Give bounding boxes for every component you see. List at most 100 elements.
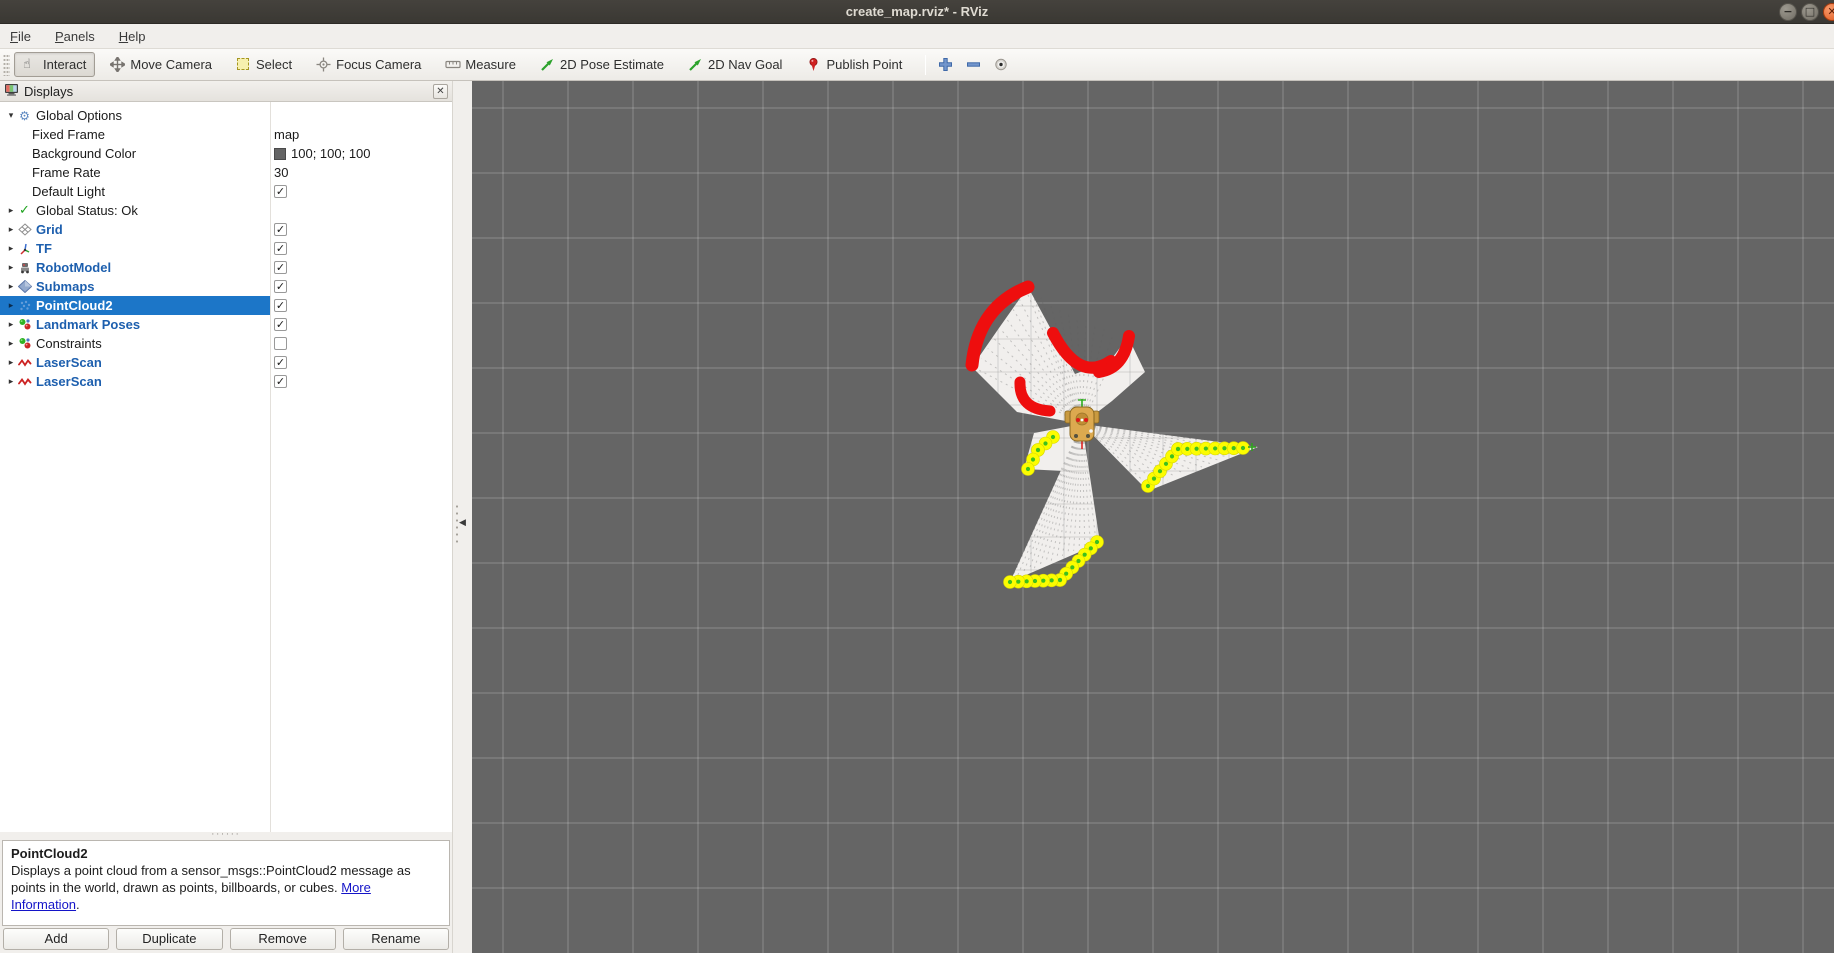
panel-splitter-handle[interactable]: ······ [0, 832, 452, 840]
expand-arrow-icon[interactable]: ▸ [5, 301, 17, 311]
poses-spheres-icon [17, 318, 32, 332]
fixed-frame-value[interactable]: map [274, 127, 299, 142]
gear-icon: ⚙ [17, 109, 32, 123]
landmark-point-inner [1176, 447, 1180, 451]
description-title: PointCloud2 [11, 845, 441, 862]
window-titlebar[interactable]: create_map.rviz* - RViz − □ ✕ [0, 0, 1834, 24]
default-light-checkbox[interactable]: ✓ [274, 185, 287, 198]
menu-file[interactable]: File [10, 29, 31, 44]
robot-marker [1081, 419, 1084, 422]
row-frame-rate[interactable]: Frame Rate 30 [0, 163, 452, 182]
tool-focus-camera[interactable]: Focus Camera [307, 52, 430, 77]
landmark-point-inner [1043, 441, 1047, 445]
tool-move-camera[interactable]: Move Camera [101, 52, 221, 77]
row-display-landmark-poses[interactable]: ▸ Landmark Poses ✓ [0, 315, 452, 334]
landmark-point-inner [1051, 435, 1055, 439]
landmark-poses-checkbox[interactable]: ✓ [274, 318, 287, 331]
tool-select[interactable]: Select [227, 52, 301, 77]
row-default-light[interactable]: Default Light ✓ [0, 182, 452, 201]
laserscan1-checkbox[interactable]: ✓ [274, 356, 287, 369]
landmark-point-inner [1025, 579, 1029, 583]
panel-close-icon[interactable]: ✕ [433, 84, 448, 99]
green-arrow-icon [688, 57, 703, 72]
minimize-button[interactable]: − [1779, 3, 1797, 21]
expand-arrow-icon[interactable]: ▸ [5, 263, 17, 273]
toolbar-separator [925, 55, 926, 75]
tool-visibility-button[interactable] [990, 54, 1012, 76]
row-display-laserscan-1[interactable]: ▸ LaserScan ✓ [0, 353, 452, 372]
tool-2d-pose-estimate[interactable]: 2D Pose Estimate [531, 52, 673, 77]
submaps-checkbox[interactable]: ✓ [274, 280, 287, 293]
color-swatch[interactable] [274, 148, 286, 160]
background-color-value[interactable]: 100; 100; 100 [291, 146, 371, 161]
panel-viewport-splitter[interactable]: ◀ [452, 81, 472, 953]
robot-detail [1086, 434, 1090, 438]
collapse-arrow-icon[interactable]: ▾ [5, 111, 17, 121]
submaps-diamond-icon [17, 280, 32, 294]
duplicate-button[interactable]: Duplicate [116, 928, 222, 950]
row-display-tf[interactable]: ▸ TF ✓ [0, 239, 452, 258]
laserscan-icon [17, 375, 32, 389]
collapse-left-icon: ◀ [459, 518, 466, 528]
menu-panels[interactable]: Panels [55, 29, 95, 44]
maximize-button[interactable]: □ [1801, 3, 1819, 21]
pointcloud2-checkbox[interactable]: ✓ [274, 299, 287, 312]
expand-arrow-icon[interactable]: ▸ [5, 206, 17, 216]
poses-spheres-icon [17, 337, 32, 351]
row-display-laserscan-2[interactable]: ▸ LaserScan ✓ [0, 372, 452, 391]
select-box-icon [236, 57, 251, 72]
add-tool-button[interactable] [934, 54, 956, 76]
tool-2d-nav-goal[interactable]: 2D Nav Goal [679, 52, 791, 77]
row-fixed-frame[interactable]: Fixed Frame map [0, 125, 452, 144]
row-display-submaps[interactable]: ▸ Submaps ✓ [0, 277, 452, 296]
expand-arrow-icon[interactable]: ▸ [5, 358, 17, 368]
grid-checkbox[interactable]: ✓ [274, 223, 287, 236]
splitter-collapse-handle[interactable]: ◀ [455, 501, 471, 545]
panel-button-row: Add Duplicate Remove Rename [0, 928, 452, 950]
landmark-point-inner [1222, 446, 1226, 450]
tool-interact[interactable]: ☝ Interact [14, 52, 95, 77]
expand-arrow-icon[interactable]: ▸ [5, 377, 17, 387]
window-title: create_map.rviz* - RViz [846, 4, 989, 19]
row-global-status[interactable]: ▸ ✓ Global Status: Ok [0, 201, 452, 220]
laserscan2-checkbox[interactable]: ✓ [274, 375, 287, 388]
tool-measure[interactable]: Measure [436, 52, 525, 77]
menu-help[interactable]: Help [119, 29, 146, 44]
close-button[interactable]: ✕ [1823, 3, 1834, 21]
row-background-color[interactable]: Background Color 100; 100; 100 [0, 144, 452, 163]
rename-button[interactable]: Rename [343, 928, 449, 950]
landmark-point-inner [1152, 477, 1156, 481]
tool-publish-point[interactable]: Publish Point [797, 52, 911, 77]
landmark-point-inner [1050, 578, 1054, 582]
expand-arrow-icon[interactable]: ▸ [5, 225, 17, 235]
expand-arrow-icon[interactable]: ▸ [5, 282, 17, 292]
row-display-constraints[interactable]: ▸ Constraints [0, 334, 452, 353]
robot-detail [1089, 429, 1093, 433]
robot-detail [1074, 434, 1078, 438]
row-display-grid[interactable]: ▸ Grid ✓ [0, 220, 452, 239]
robot-marker [1076, 418, 1080, 422]
displays-icon [4, 83, 19, 100]
remove-tool-button[interactable] [962, 54, 984, 76]
remove-button[interactable]: Remove [230, 928, 336, 950]
row-display-robotmodel[interactable]: ▸ RobotModel ✓ [0, 258, 452, 277]
row-display-pointcloud2[interactable]: ▸ PointCloud2 ✓ [0, 296, 452, 315]
measure-ruler-icon [445, 57, 460, 72]
row-global-options[interactable]: ▾ ⚙ Global Options [0, 106, 452, 125]
expand-arrow-icon[interactable]: ▸ [5, 244, 17, 254]
tf-axes-icon [17, 242, 32, 256]
toolbar-drag-handle[interactable] [3, 54, 10, 76]
focus-camera-icon [316, 57, 331, 72]
3d-scene[interactable] [472, 81, 1834, 953]
robotmodel-checkbox[interactable]: ✓ [274, 261, 287, 274]
constraints-checkbox[interactable] [274, 337, 287, 350]
expand-arrow-icon[interactable]: ▸ [5, 339, 17, 349]
frame-rate-value[interactable]: 30 [274, 165, 288, 180]
3d-viewport[interactable] [472, 81, 1834, 953]
landmark-point-inner [1232, 446, 1236, 450]
landmark-point-inner [1185, 447, 1189, 451]
displays-panel-header[interactable]: Displays ✕ [0, 81, 452, 102]
tf-checkbox[interactable]: ✓ [274, 242, 287, 255]
add-button[interactable]: Add [3, 928, 109, 950]
expand-arrow-icon[interactable]: ▸ [5, 320, 17, 330]
